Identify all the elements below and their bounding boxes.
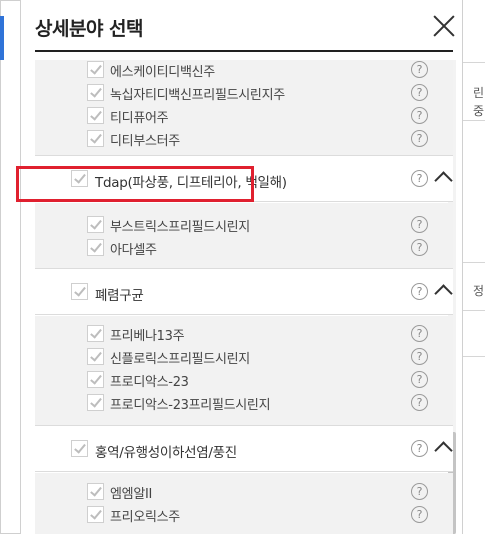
item-label: 신플로릭스프리필드시린지 — [110, 352, 250, 367]
checkbox[interactable] — [87, 107, 104, 124]
list-item[interactable]: 프로디악스-23 ? — [35, 368, 453, 391]
list-item[interactable]: 아다셀주 ? — [35, 236, 453, 259]
help-icon[interactable]: ? — [411, 325, 428, 342]
sub-item-list: 프리베나13주 ? 신플로릭스프리필드시린지 ? 프로디악스-23 ? 프로디악… — [35, 316, 453, 426]
background-text: 정 — [473, 284, 485, 298]
help-icon[interactable]: ? — [411, 440, 428, 457]
checkbox[interactable] — [87, 84, 104, 101]
checkbox[interactable] — [87, 506, 104, 523]
checkbox[interactable] — [87, 61, 104, 78]
sub-item-list: 엠엠알II ? 프리오릭스주 ? — [35, 473, 453, 534]
list-item[interactable]: 프리오릭스주 ? — [35, 503, 453, 526]
help-icon[interactable]: ? — [411, 239, 428, 256]
checkbox[interactable] — [71, 440, 88, 457]
help-icon[interactable]: ? — [411, 107, 428, 124]
help-icon[interactable]: ? — [411, 506, 428, 523]
checkbox[interactable] — [87, 130, 104, 147]
background-divider — [463, 262, 485, 263]
checkbox[interactable] — [87, 239, 104, 256]
checkbox[interactable] — [87, 348, 104, 365]
item-label: 프리오릭스주 — [110, 510, 180, 525]
sub-item-list: 부스트릭스프리필드시린지 ? 아다셀주 ? — [35, 203, 453, 269]
item-label: 엠엠알II — [110, 487, 153, 502]
accent-bar — [0, 16, 4, 60]
list-item[interactable]: 부스트릭스프리필드시린지 ? — [35, 213, 453, 236]
list-item[interactable]: 디티부스터주 ? — [35, 127, 453, 150]
item-label: 녹십자티디백신프리필드시린지주 — [110, 88, 285, 103]
help-icon[interactable]: ? — [411, 283, 428, 300]
modal-title: 상세분야 선택 — [35, 18, 144, 40]
list-item[interactable]: 에스케이티디백신주 ? — [35, 60, 453, 81]
item-label: 에스케이티디백신주 — [110, 65, 215, 80]
close-icon[interactable] — [432, 14, 456, 38]
chevron-up-icon[interactable] — [434, 284, 453, 303]
modal-header: 상세분야 선택 — [21, 0, 462, 58]
help-icon[interactable]: ? — [411, 130, 428, 147]
background-divider — [463, 310, 485, 311]
item-label: 부스트릭스프리필드시린지 — [110, 220, 250, 235]
header-divider — [35, 50, 453, 52]
field-list: 에스케이티디백신주 ? 녹십자티디백신프리필드시린지주 ? 티디퓨어주 ? 디티… — [35, 60, 453, 534]
checkbox[interactable] — [87, 394, 104, 411]
checkbox[interactable] — [87, 216, 104, 233]
checkbox[interactable] — [87, 483, 104, 500]
group-row-pneumococcus[interactable]: 폐렴구균 ? — [35, 269, 453, 315]
list-item[interactable]: 녹십자티디백신프리필드시린지주 ? — [35, 81, 453, 104]
background-text: 린 — [473, 86, 485, 100]
help-icon[interactable]: ? — [411, 394, 428, 411]
sub-item-list: 에스케이티디백신주 ? 녹십자티디백신프리필드시린지주 ? 티디퓨어주 ? 디티… — [35, 60, 453, 156]
checkbox[interactable] — [87, 325, 104, 342]
item-label: 프리베나13주 — [110, 329, 185, 344]
group-label: 홍역/유행성이하선염/풍진 — [95, 445, 237, 461]
background-divider — [463, 356, 485, 357]
group-label: 폐렴구균 — [95, 288, 144, 304]
detail-field-modal: 상세분야 선택 에스케이티디백신주 ? 녹십자티디백신프리필드시린지주 ? 티디… — [20, 0, 463, 534]
help-icon[interactable]: ? — [411, 84, 428, 101]
help-icon[interactable]: ? — [411, 61, 428, 78]
checkbox[interactable] — [87, 371, 104, 388]
item-label: 티디퓨어주 — [110, 111, 169, 126]
help-icon[interactable]: ? — [411, 216, 428, 233]
highlight-box — [16, 166, 254, 202]
item-label: 디티부스터주 — [110, 134, 180, 149]
help-icon[interactable]: ? — [411, 371, 428, 388]
help-icon[interactable]: ? — [411, 483, 428, 500]
list-item[interactable]: 프로디악스-23프리필드시린지 ? — [35, 391, 453, 414]
checkbox[interactable] — [71, 283, 88, 300]
background-page: 린 중 정 — [463, 0, 485, 534]
help-icon[interactable]: ? — [411, 348, 428, 365]
background-text: 중 — [473, 104, 485, 118]
item-label: 아다셀주 — [110, 243, 157, 258]
group-row-mmr[interactable]: 홍역/유행성이하선염/풍진 ? — [35, 426, 453, 472]
background-divider — [463, 62, 485, 63]
list-item[interactable]: 신플로릭스프리필드시린지 ? — [35, 345, 453, 368]
list-item[interactable]: 티디퓨어주 ? — [35, 104, 453, 127]
help-icon[interactable]: ? — [411, 170, 428, 187]
chevron-up-icon[interactable] — [434, 171, 453, 190]
item-label: 프로디악스-23 — [110, 375, 189, 390]
chevron-up-icon[interactable] — [434, 441, 453, 460]
item-label: 프로디악스-23프리필드시린지 — [110, 398, 271, 413]
background-divider — [463, 120, 485, 121]
list-item[interactable]: 엠엠알II ? — [35, 480, 453, 503]
list-item[interactable]: 프리베나13주 ? — [35, 322, 453, 345]
